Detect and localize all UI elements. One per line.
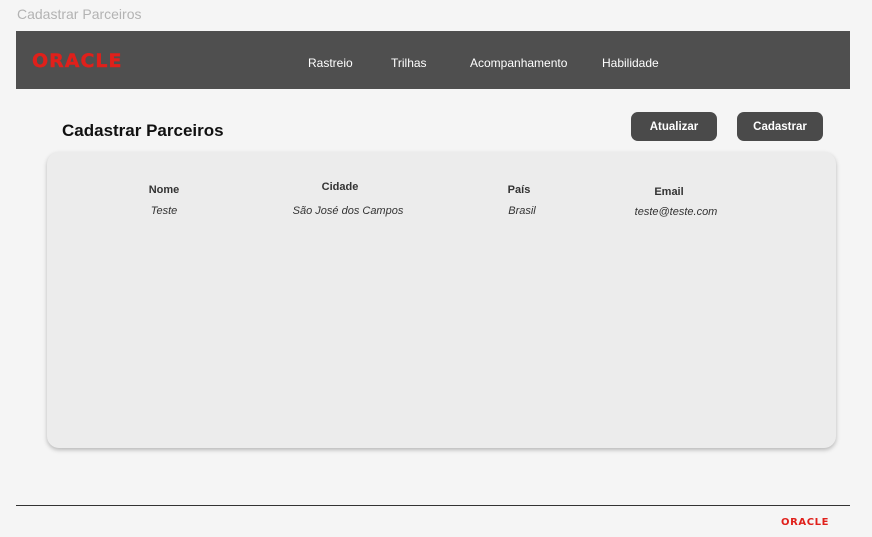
- cell-pais: Brasil: [508, 205, 536, 217]
- cell-nome: Teste: [150, 205, 178, 217]
- cell-email: teste@teste.com: [634, 206, 718, 218]
- register-button[interactable]: Cadastrar: [737, 112, 823, 141]
- nav-item-trilhas[interactable]: Trilhas: [391, 56, 427, 70]
- column-header-cidade: Cidade: [321, 181, 359, 193]
- oracle-logo[interactable]: ORACLE: [32, 50, 123, 72]
- nav-item-rastreio[interactable]: Rastreio: [308, 56, 353, 70]
- frame-title: Cadastrar Parceiros: [17, 6, 142, 22]
- column-header-email: Email: [654, 186, 684, 198]
- footer-oracle-logo: ORACLE: [781, 517, 830, 528]
- page-title: Cadastrar Parceiros: [62, 121, 224, 140]
- nav-item-habilidade[interactable]: Habilidade: [602, 56, 659, 70]
- column-header-pais: País: [507, 184, 531, 196]
- cell-cidade: São José dos Campos: [292, 205, 404, 217]
- nav-item-acompanhamento[interactable]: Acompanhamento: [470, 56, 567, 70]
- column-header-nome: Nome: [148, 184, 180, 196]
- partners-table-card: Nome Cidade País Email Teste São José do…: [47, 152, 836, 448]
- footer-divider: [16, 505, 850, 506]
- top-navbar: ORACLE Rastreio Trilhas Acompanhamento H…: [16, 31, 850, 89]
- update-button[interactable]: Atualizar: [631, 112, 717, 141]
